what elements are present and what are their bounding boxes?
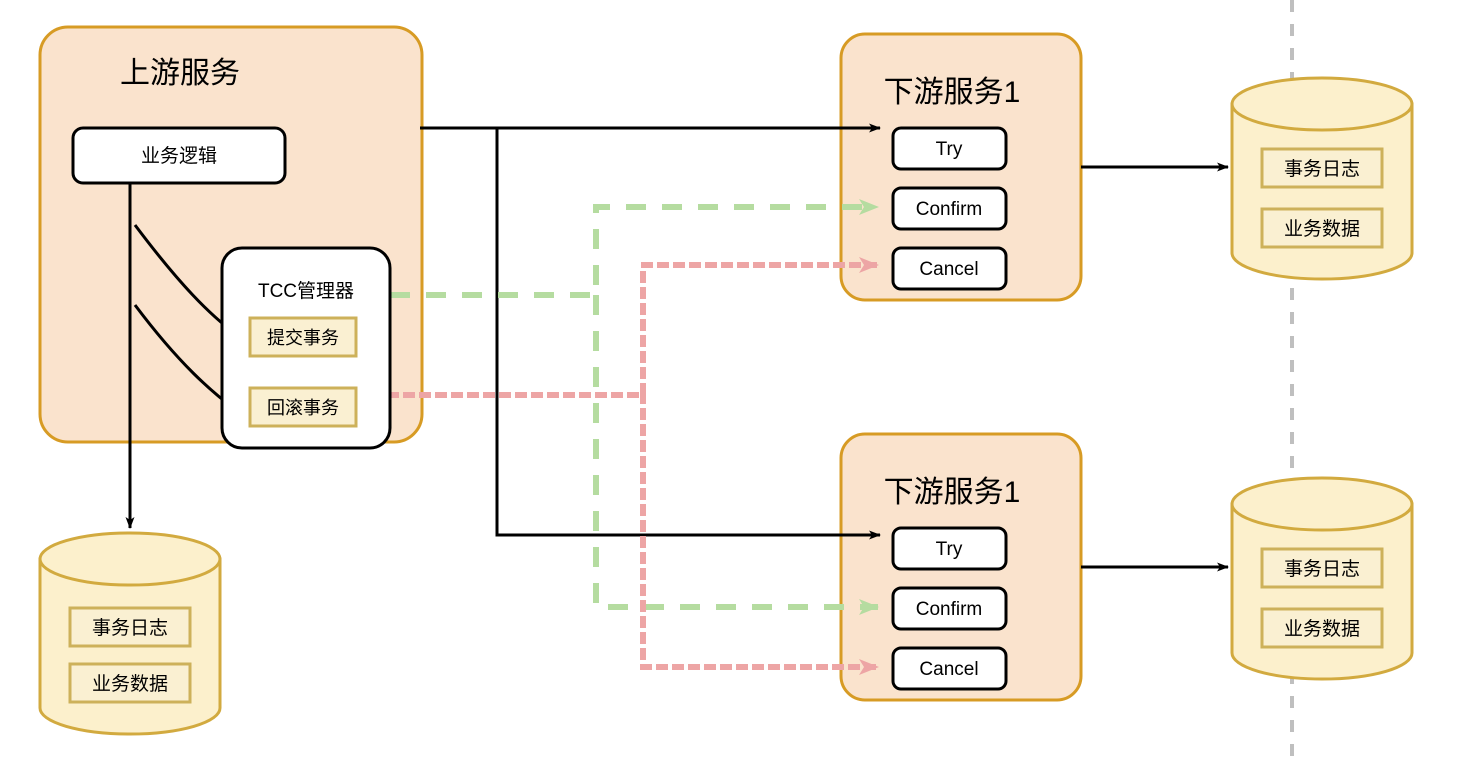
- diagram-canvas: 上游服务 业务逻辑 TCC管理器 提交事务 回滚事务 下游服务1 Try Con…: [0, 0, 1480, 766]
- downstream-db-1-row-0-label: 事务日志: [1284, 158, 1360, 180]
- rollback-transaction-label: 回滚事务: [267, 398, 339, 418]
- upstream-db-row-0-label: 事务日志: [92, 617, 168, 639]
- upstream-service-title: 上游服务: [120, 57, 240, 90]
- downstream-service-1-title: 下游服务1: [884, 76, 1021, 109]
- service2-confirm-label: Confirm: [916, 599, 983, 620]
- business-logic-label: 业务逻辑: [141, 145, 217, 167]
- commit-transaction-label: 提交事务: [267, 328, 339, 348]
- downstream-db-1-row-1-label: 业务数据: [1284, 218, 1360, 240]
- flow-confirm-service2: [593, 295, 879, 615]
- service2-cancel-label: Cancel: [919, 659, 978, 680]
- service1-confirm-label: Confirm: [916, 199, 983, 220]
- downstream-db-2-row-0-label: 事务日志: [1284, 558, 1360, 580]
- downstream-service-2-title: 下游服务1: [884, 476, 1021, 509]
- diagram-svg: 上游服务 业务逻辑 TCC管理器 提交事务 回滚事务 下游服务1 Try Con…: [38, 0, 1414, 766]
- service2-try-label: Try: [936, 539, 963, 560]
- flow-cancel-service1: [387, 257, 881, 398]
- flow-confirm-service1: [390, 199, 879, 298]
- upstream-db-row-1-label: 业务数据: [92, 673, 168, 695]
- service1-cancel-label: Cancel: [919, 259, 978, 280]
- downstream-db-2-row-1-label: 业务数据: [1284, 618, 1360, 640]
- service1-try-label: Try: [936, 139, 963, 160]
- tcc-manager-title: TCC管理器: [258, 280, 354, 302]
- flow-try-service2: [495, 128, 881, 540]
